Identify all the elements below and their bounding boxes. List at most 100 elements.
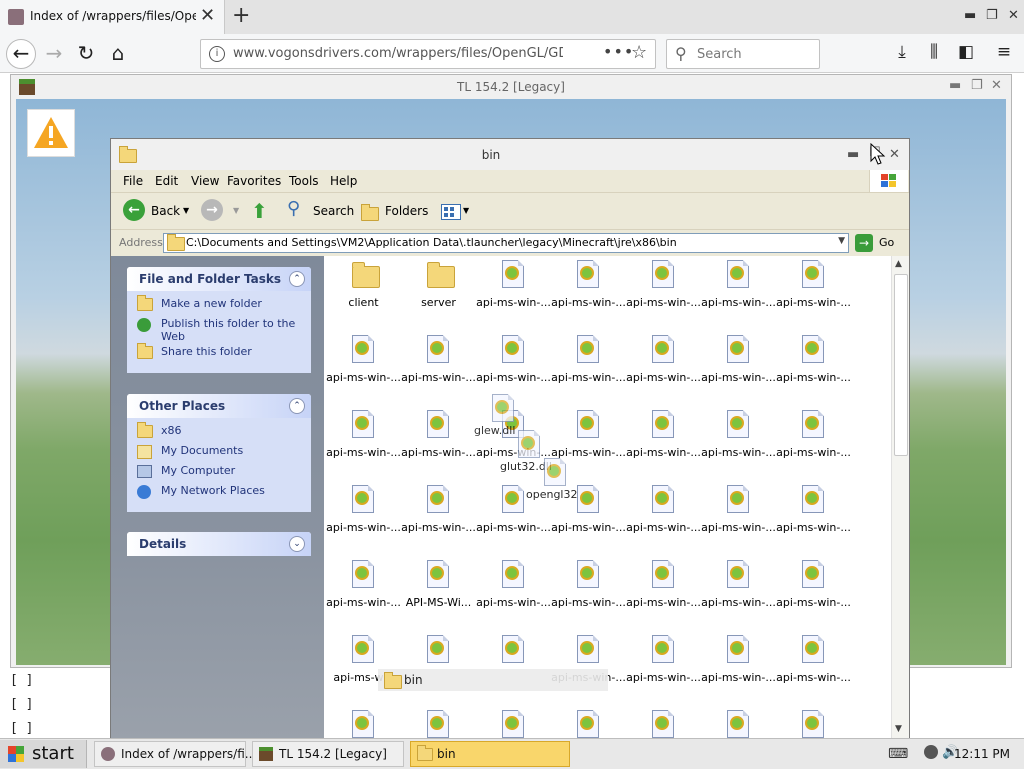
- file-item[interactable]: api-ms-win-...: [401, 335, 476, 384]
- warning-button[interactable]: [27, 109, 75, 157]
- collapse-icon[interactable]: ⌃: [289, 271, 305, 287]
- file-item[interactable]: api-ms-win-...: [551, 260, 626, 309]
- file-item[interactable]: [476, 635, 551, 671]
- reload-icon[interactable]: ↻: [72, 39, 100, 67]
- file-item[interactable]: api-ms-win-...: [701, 410, 776, 459]
- url-bar[interactable]: i www.vogonsdrivers.com/wrappers/files/O…: [200, 39, 656, 69]
- file-item[interactable]: api-ms-win-...: [476, 560, 551, 609]
- folders-icon[interactable]: [361, 204, 379, 221]
- restore-icon[interactable]: ❐: [986, 8, 998, 23]
- details-header[interactable]: Details ⌄: [127, 532, 311, 556]
- taskbar-button-tl[interactable]: TL 154.2 [Legacy]: [252, 741, 404, 767]
- file-item[interactable]: api-ms-win-...: [776, 410, 851, 459]
- tl-minimize-icon[interactable]: ▬: [949, 78, 961, 93]
- close-window-icon[interactable]: ✕: [1008, 8, 1019, 23]
- file-item[interactable]: api-ms-win-...: [626, 485, 701, 534]
- explorer-close-icon[interactable]: ✕: [889, 147, 900, 162]
- file-item[interactable]: [476, 710, 551, 739]
- file-item[interactable]: api-ms-win-...: [401, 410, 476, 459]
- views-icon[interactable]: [441, 204, 461, 220]
- menu-edit[interactable]: Edit: [155, 174, 178, 188]
- file-item[interactable]: [626, 710, 701, 739]
- place-my-network[interactable]: My Network Places: [137, 484, 303, 502]
- file-item[interactable]: api-ms-win-...: [776, 635, 851, 684]
- file-item[interactable]: api-ms-win-...: [701, 560, 776, 609]
- explorer-minimize-icon[interactable]: ▬: [847, 147, 859, 162]
- file-item[interactable]: api-ms-win-...: [551, 410, 626, 459]
- scroll-up-icon[interactable]: ▲: [895, 259, 902, 269]
- downloads-icon[interactable]: ⤓: [890, 40, 914, 64]
- up-folder-icon[interactable]: ⬆: [251, 199, 268, 223]
- start-button[interactable]: start: [0, 740, 87, 768]
- file-item[interactable]: api-ms-win-...: [476, 335, 551, 384]
- folder-item[interactable]: client: [326, 260, 401, 309]
- taskbar-button-bin[interactable]: bin: [410, 741, 570, 767]
- file-item[interactable]: [551, 710, 626, 739]
- bookmark-star-icon[interactable]: ☆: [631, 42, 647, 63]
- place-my-computer[interactable]: My Computer: [137, 464, 303, 482]
- keyboard-icon[interactable]: ⌨: [888, 746, 908, 762]
- expand-icon[interactable]: ⌄: [289, 536, 305, 552]
- file-item[interactable]: api-ms-win-...: [701, 485, 776, 534]
- other-places-header[interactable]: Other Places ⌃: [127, 394, 311, 418]
- task-share-folder[interactable]: Share this folder: [137, 343, 303, 363]
- sidebar-icon[interactable]: ◧: [954, 40, 978, 64]
- menu-tools[interactable]: Tools: [289, 174, 319, 188]
- file-item[interactable]: api-ms-win-...: [626, 260, 701, 309]
- task-make-new-folder[interactable]: Make a new folder: [137, 295, 303, 315]
- place-my-documents[interactable]: My Documents: [137, 444, 303, 462]
- file-item[interactable]: api-ms-win-...: [626, 560, 701, 609]
- folder-item[interactable]: server: [401, 260, 476, 309]
- task-publish-folder[interactable]: Publish this folder to the Web: [137, 317, 303, 343]
- collapse-icon[interactable]: ⌃: [289, 398, 305, 414]
- file-item[interactable]: api-ms-win-...: [626, 410, 701, 459]
- file-item[interactable]: api-ms-win-...: [326, 335, 401, 384]
- file-item[interactable]: api-ms-win-...: [776, 260, 851, 309]
- site-info-icon[interactable]: i: [209, 46, 225, 62]
- address-field[interactable]: C:\Documents and Settings\VM2\Applicatio…: [163, 233, 849, 253]
- search-magnifier-icon[interactable]: ⚲: [287, 198, 300, 219]
- file-item[interactable]: [326, 710, 401, 739]
- menu-help[interactable]: Help: [330, 174, 357, 188]
- file-item[interactable]: api-ms-win-...: [776, 485, 851, 534]
- file-item[interactable]: API-MS-Wi...: [401, 560, 476, 609]
- minimize-icon[interactable]: ▬: [964, 8, 976, 23]
- new-tab-icon[interactable]: +: [232, 3, 250, 28]
- file-item[interactable]: api-ms-win-...: [476, 260, 551, 309]
- file-item[interactable]: api-ms-win-...: [701, 635, 776, 684]
- file-item[interactable]: api-ms-win-...: [326, 485, 401, 534]
- file-item[interactable]: [401, 635, 476, 671]
- file-item[interactable]: api-ms-win-...: [551, 560, 626, 609]
- menu-file[interactable]: File: [123, 174, 143, 188]
- security-icon[interactable]: [924, 745, 938, 759]
- menu-view[interactable]: View: [191, 174, 219, 188]
- place-x86[interactable]: x86: [137, 422, 303, 442]
- file-item[interactable]: api-ms-win-...: [401, 485, 476, 534]
- search-button-label[interactable]: Search: [313, 204, 354, 218]
- back-icon[interactable]: ←: [6, 39, 36, 69]
- vertical-scrollbar[interactable]: ▲ ▼: [891, 256, 909, 739]
- home-icon[interactable]: ⌂: [104, 39, 132, 67]
- file-item[interactable]: api-ms-win-...: [626, 335, 701, 384]
- views-dropdown-icon[interactable]: ▼: [463, 206, 469, 215]
- file-item[interactable]: api-ms-win-...: [551, 335, 626, 384]
- file-item[interactable]: api-ms-win-...: [776, 335, 851, 384]
- folders-button-label[interactable]: Folders: [385, 204, 428, 218]
- taskbar-button-firefox[interactable]: Index of /wrappers/fi...: [94, 741, 256, 767]
- scrollbar-thumb[interactable]: [894, 274, 908, 456]
- forward-icon[interactable]: →: [40, 39, 68, 67]
- address-dropdown-icon[interactable]: ▼: [838, 236, 845, 246]
- file-item[interactable]: [776, 710, 851, 739]
- file-item[interactable]: api-ms-win-...: [701, 335, 776, 384]
- file-item[interactable]: api-ms-win-...: [326, 410, 401, 459]
- file-item[interactable]: api-ms-win-...: [626, 635, 701, 684]
- menu-icon[interactable]: ≡: [992, 40, 1016, 64]
- forward-arrow-icon[interactable]: →: [201, 199, 223, 221]
- file-item[interactable]: api-ms-win-...: [701, 260, 776, 309]
- tab-close-icon[interactable]: ✕: [200, 6, 215, 26]
- forward-dropdown-icon[interactable]: ▼: [233, 206, 239, 215]
- file-item[interactable]: [401, 710, 476, 739]
- file-item[interactable]: api-ms-win-...: [776, 560, 851, 609]
- file-folder-tasks-header[interactable]: File and Folder Tasks ⌃: [127, 267, 311, 291]
- go-button[interactable]: → Go: [855, 233, 905, 253]
